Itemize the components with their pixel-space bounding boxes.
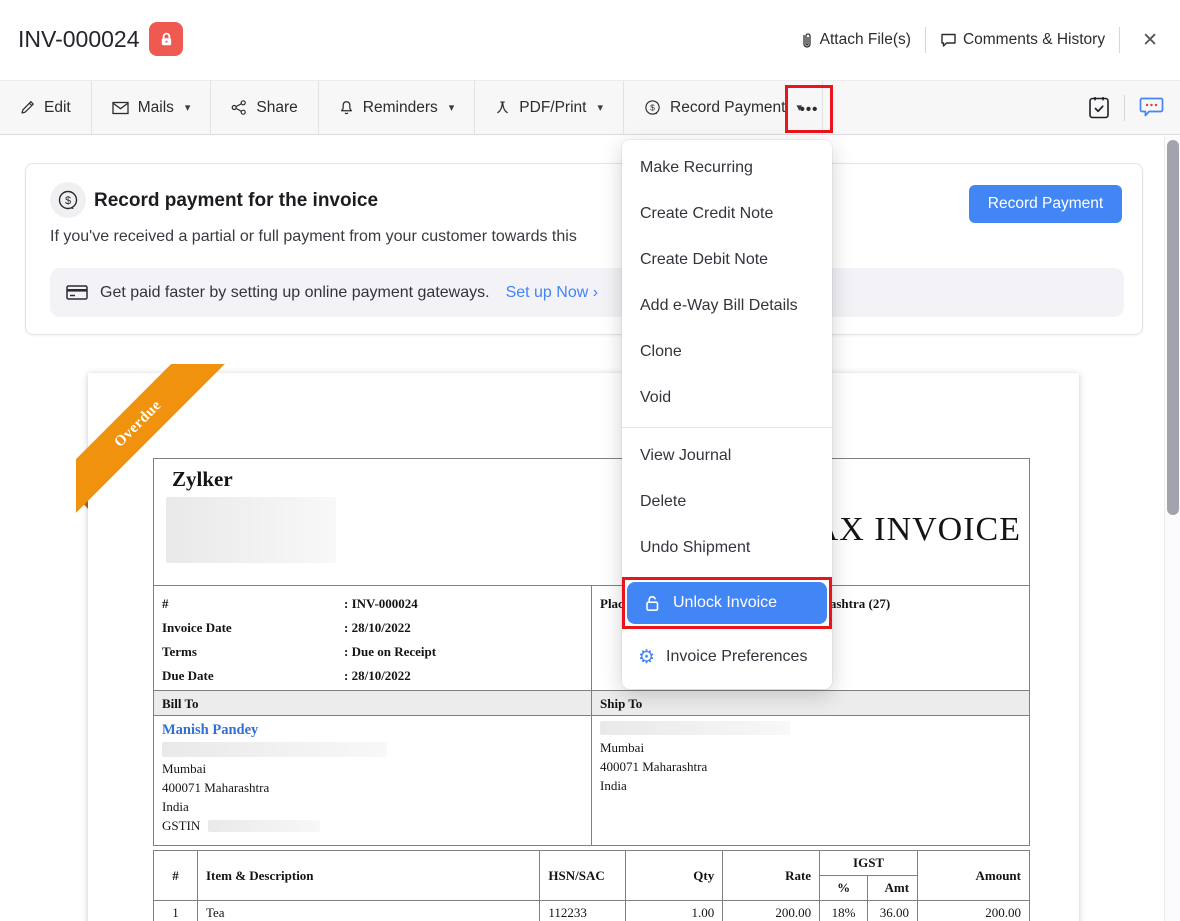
chevron-down-icon: ▾ — [185, 101, 191, 114]
edit-button[interactable]: Edit — [0, 81, 92, 134]
bill-to-heading: Bill To — [154, 691, 591, 715]
invoice-detail-page: INV-000024 Attach File(s) — [0, 0, 1180, 921]
mails-button[interactable]: Mails ▾ — [92, 81, 212, 134]
action-toolbar: Edit Mails ▾ Share Reminders ▾ P — [0, 80, 1180, 135]
attach-files-button[interactable]: Attach File(s) — [800, 31, 911, 50]
redacted-company-address — [166, 497, 336, 563]
pdf-print-button[interactable]: PDF/Print ▾ — [475, 81, 624, 134]
share-button[interactable]: Share — [211, 81, 318, 134]
menu-item-invoice-preferences[interactable]: ⚙ Invoice Preferences — [622, 633, 832, 681]
scrollbar-track[interactable] — [1164, 136, 1180, 921]
share-icon — [231, 100, 247, 115]
chevron-down-icon: ▾ — [449, 101, 455, 114]
more-button-highlight: ••• — [785, 85, 833, 133]
svg-text:$: $ — [65, 195, 71, 207]
banner-subtitle: If you've received a partial or full pay… — [50, 228, 577, 246]
pencil-icon — [20, 100, 35, 115]
lock-icon — [158, 31, 175, 48]
page-title: INV-000024 — [18, 26, 139, 53]
menu-item-view-journal[interactable]: View Journal — [622, 433, 832, 479]
ship-to-block: Mumbai 400071 Maharashtra India — [591, 716, 1029, 845]
gear-icon: ⚙ — [638, 648, 655, 667]
invoice-document: Zylker TAX INVOICE #: INV-000024 Invoice… — [153, 458, 1030, 846]
promo-text: Get paid faster by setting up online pay… — [100, 284, 490, 302]
dollar-cycle-icon: $ — [644, 99, 661, 116]
bill-to-block: Manish Pandey Mumbai 400071 Maharashtra … — [154, 716, 591, 845]
menu-item-make-recurring[interactable]: Make Recurring — [622, 145, 832, 191]
menu-item-create-credit-note[interactable]: Create Credit Note — [622, 191, 832, 237]
menu-item-create-debit-note[interactable]: Create Debit Note — [622, 237, 832, 283]
redacted-gstin — [208, 820, 320, 832]
locked-badge — [149, 22, 183, 56]
page-header: INV-000024 Attach File(s) — [0, 0, 1180, 80]
redacted-address-line — [600, 721, 790, 735]
comments-history-button[interactable]: Comments & History — [940, 31, 1105, 49]
menu-item-undo-shipment[interactable]: Undo Shipment — [622, 525, 832, 571]
menu-divider — [622, 427, 832, 428]
clipboard-check-icon[interactable] — [1088, 95, 1110, 120]
credit-card-icon — [66, 284, 88, 301]
dollar-refresh-icon: $ — [50, 182, 86, 218]
record-payment-button[interactable]: Record Payment — [969, 185, 1122, 223]
unlock-invoice-highlight: Unlock Invoice — [622, 577, 832, 629]
reminders-button[interactable]: Reminders ▾ — [319, 81, 475, 134]
paperclip-icon — [800, 31, 814, 50]
divider — [1124, 95, 1125, 121]
ship-to-heading: Ship To — [591, 691, 1029, 715]
line-items-table: # Item & Description HSN/SAC Qty Rate IG… — [153, 850, 1030, 921]
more-actions-button[interactable]: ••• — [800, 101, 819, 118]
menu-item-unlock-invoice[interactable]: Unlock Invoice — [627, 582, 827, 624]
table-row: 1 Tea 112233 1.00 200.00 18% 36.00 200.0… — [154, 901, 1030, 921]
record-payment-banner: $ Record payment for the invoice If you'… — [25, 163, 1143, 335]
customer-name-link[interactable]: Manish Pandey — [162, 722, 583, 739]
bell-icon — [339, 100, 354, 116]
pdf-icon — [495, 100, 510, 115]
chevron-down-icon: ▾ — [597, 101, 603, 114]
chat-notifications-icon[interactable] — [1139, 96, 1164, 119]
divider — [1119, 27, 1120, 53]
menu-item-delete[interactable]: Delete — [622, 479, 832, 525]
close-button[interactable]: ✕ — [1134, 25, 1166, 56]
setup-now-link[interactable]: Set up Now › — [506, 284, 598, 302]
company-name: Zylker — [172, 467, 233, 492]
overdue-label: Overdue — [111, 397, 165, 451]
banner-title: Record payment for the invoice — [94, 190, 378, 212]
more-actions-menu: Make Recurring Create Credit Note Create… — [622, 140, 832, 689]
payment-gateway-promo: Get paid faster by setting up online pay… — [50, 268, 1124, 317]
scrollbar-thumb[interactable] — [1167, 140, 1179, 515]
redacted-address-line — [162, 742, 387, 757]
unlock-icon — [643, 594, 662, 613]
divider — [925, 27, 926, 53]
menu-item-clone[interactable]: Clone — [622, 329, 832, 375]
invoice-meta: #: INV-000024 Invoice Date: 28/10/2022 T… — [154, 586, 591, 690]
comment-bubble-icon — [940, 32, 957, 48]
envelope-icon — [112, 101, 129, 115]
menu-item-add-eway-bill[interactable]: Add e-Way Bill Details — [622, 283, 832, 329]
svg-text:$: $ — [650, 103, 655, 113]
toolbar-right — [1088, 80, 1164, 135]
invoice-preview: Overdue Zylker TAX INVOICE #: INV-000024… — [88, 373, 1079, 921]
menu-item-void[interactable]: Void — [622, 375, 832, 421]
